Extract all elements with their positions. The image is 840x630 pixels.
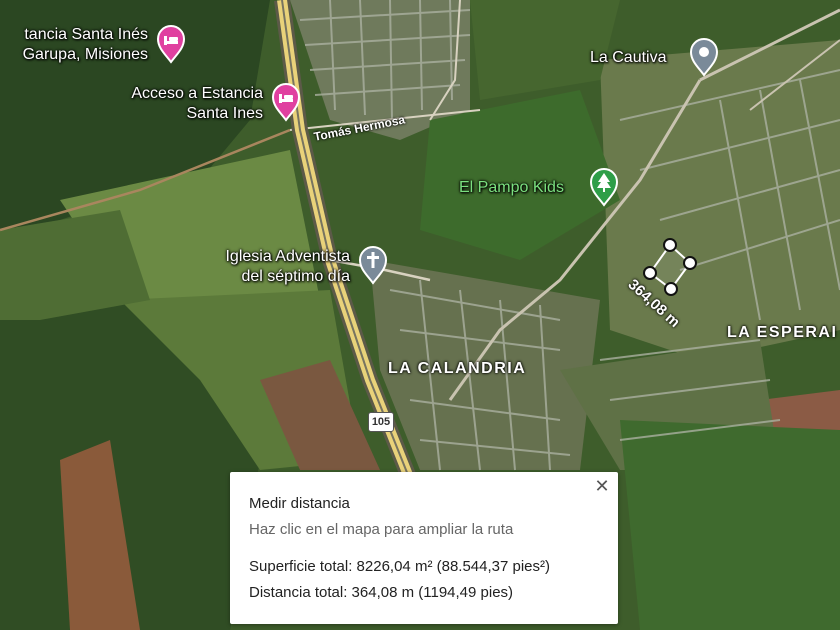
panel-hint: Haz clic en el mapa para ampliar la ruta	[249, 521, 514, 538]
total-distance: Distancia total: 364,08 m (1194,49 pies)	[249, 584, 514, 601]
place-pin-icon[interactable]	[688, 37, 720, 77]
hotel-icon[interactable]	[270, 82, 302, 122]
measure-point[interactable]	[664, 282, 678, 296]
measure-distance-panel: ✕ Medir distancia Haz clic en el mapa pa…	[230, 472, 618, 624]
measure-point[interactable]	[683, 256, 697, 270]
church-icon[interactable]	[357, 245, 389, 285]
poi-name-line1: tancia Santa Inés	[24, 26, 148, 43]
hotel-icon[interactable]	[155, 24, 187, 64]
area-label-la-esperanza: LA ESPERAI	[727, 324, 838, 341]
poi-name-line2: del séptimo día	[241, 268, 350, 285]
route-shield: 105	[368, 412, 394, 432]
poi-name-line1: Acceso a Estancia	[131, 85, 263, 102]
poi-label-el-pampo-kids[interactable]: El Pampo Kids	[459, 178, 564, 198]
poi-label-santa-ines[interactable]: tancia Santa Inés Garupa, Misiones	[0, 25, 148, 65]
panel-title: Medir distancia	[249, 495, 350, 512]
measure-point[interactable]	[643, 266, 657, 280]
poi-name-line2: Garupa, Misiones	[22, 46, 148, 63]
total-surface: Superficie total: 8226,04 m² (88.544,37 …	[249, 558, 551, 575]
area-label-la-calandria: LA CALANDRIA	[388, 360, 527, 377]
poi-label-acceso[interactable]: Acceso a Estancia Santa Ines	[98, 84, 263, 124]
satellite-map[interactable]: tancia Santa Inés Garupa, Misiones Acces…	[0, 0, 840, 630]
poi-name-line1: Iglesia Adventista	[225, 248, 350, 265]
tree-icon[interactable]	[588, 167, 620, 207]
close-icon[interactable]: ✕	[592, 476, 612, 496]
poi-label-iglesia[interactable]: Iglesia Adventista del séptimo día	[192, 247, 350, 287]
poi-name-line2: Santa Ines	[186, 105, 264, 122]
measure-point[interactable]	[663, 238, 677, 252]
poi-label-la-cautiva[interactable]: La Cautiva	[590, 48, 667, 68]
